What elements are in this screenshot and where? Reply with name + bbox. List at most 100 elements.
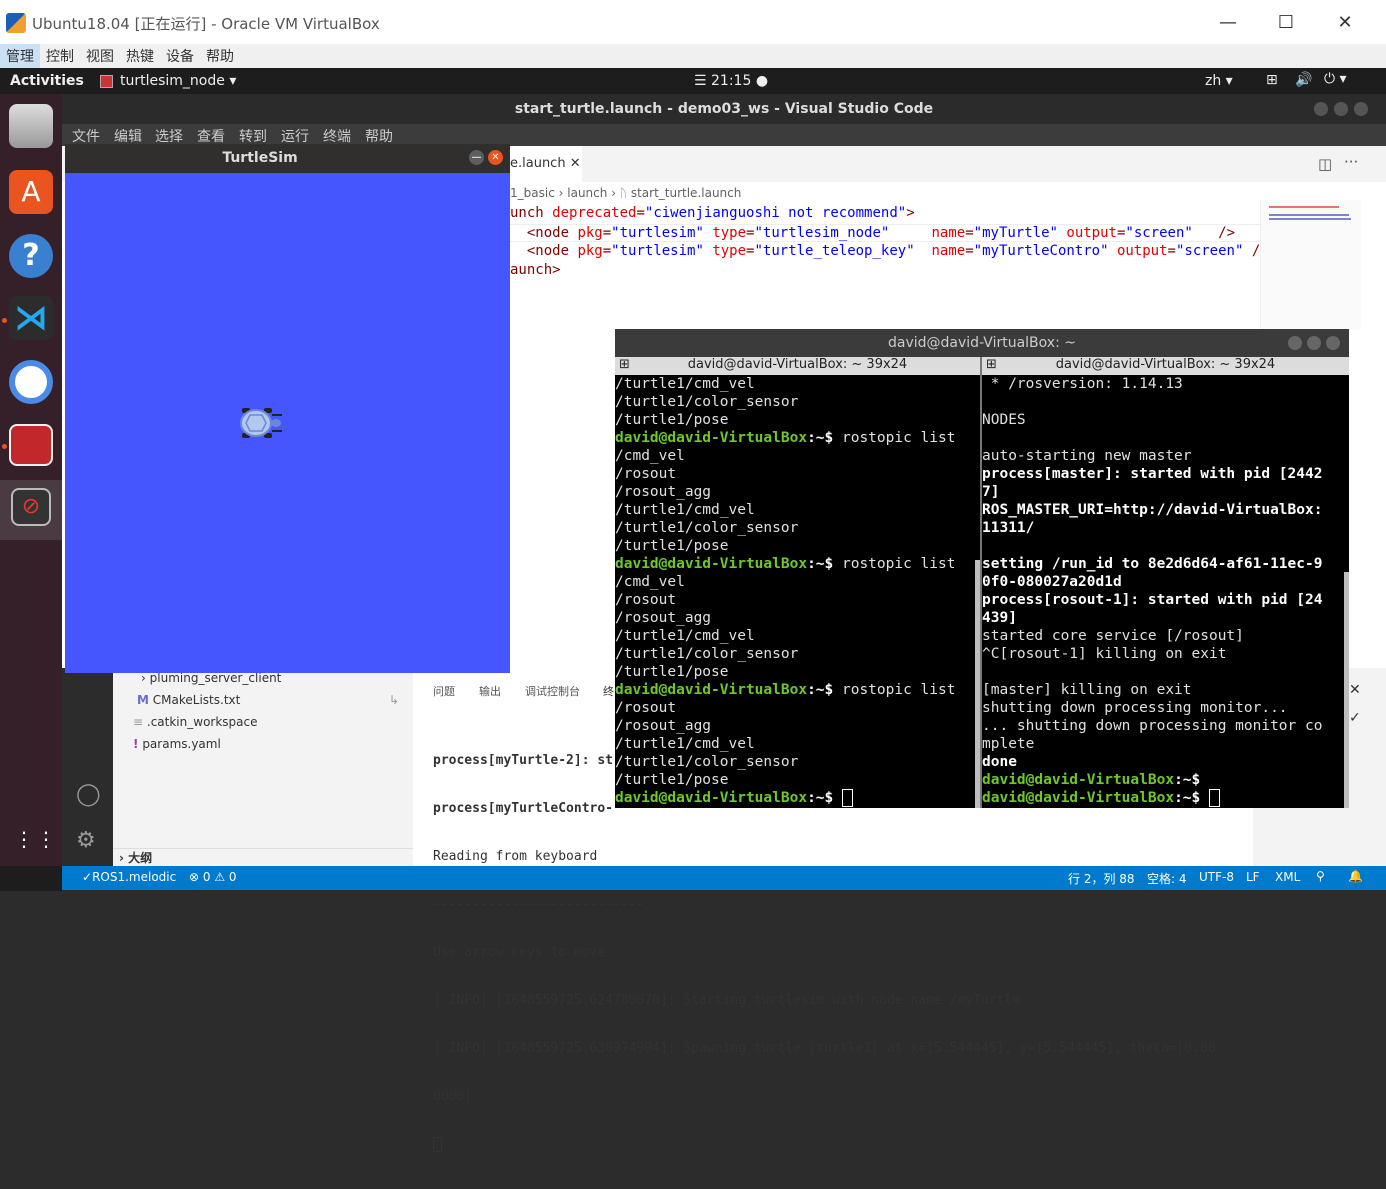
close-panel-icon[interactable]: ✕	[1349, 682, 1361, 698]
terminator-titlebar: david@david-VirtualBox: ~	[615, 329, 1349, 357]
menu-go[interactable]: 转到	[239, 126, 267, 146]
vscode-close-icon[interactable]	[1354, 102, 1368, 116]
minimap-line	[1269, 218, 1351, 220]
minimap-line	[1269, 214, 1349, 216]
grid-icon[interactable]: ⊞	[619, 357, 630, 372]
status-position[interactable]: 行 2，列 88	[1068, 870, 1135, 887]
status-eol[interactable]: LF	[1246, 870, 1260, 884]
code-token: "myTurtle"	[973, 225, 1058, 241]
window-title: Ubuntu18.04 [正在运行] - Oracle VM VirtualBo…	[32, 15, 380, 33]
more-actions-icon[interactable]: ···	[1344, 153, 1358, 171]
turtlesim-close-icon[interactable]: ✕	[488, 150, 503, 165]
tree-file[interactable]: M CMakeLists.txt	[137, 693, 240, 707]
vscode-minimize-icon[interactable]	[1314, 102, 1328, 116]
vscode-maximize-icon[interactable]	[1334, 102, 1348, 116]
terminal-line: /rosout_agg	[615, 718, 712, 734]
terminal-line: 0000]	[433, 1089, 473, 1104]
terminator-close-icon[interactable]	[1326, 336, 1340, 350]
panel-tab-problems[interactable]: 问题	[433, 683, 455, 699]
menu-file[interactable]: 文件	[72, 126, 100, 146]
settings-gear-icon[interactable]: ⚙	[76, 828, 96, 853]
close-tab-icon[interactable]: ✕	[570, 156, 581, 171]
breadcrumb-item[interactable]: 1_basic	[510, 186, 555, 200]
left-pane-header[interactable]: ⊞ david@david-VirtualBox: ~ 39x24	[615, 357, 980, 375]
menu-view[interactable]: 查看	[197, 126, 225, 146]
right-pane-title: david@david-VirtualBox: ~ 39x24	[1055, 357, 1276, 372]
scrollbar[interactable]	[975, 560, 980, 808]
turtlesim-minimize-icon[interactable]: —	[469, 150, 484, 165]
status-branch[interactable]: ✓ROS1.melodic	[82, 870, 176, 884]
power-icon[interactable]: ⏻ ▾	[1324, 71, 1347, 87]
panel-tab-output[interactable]: 输出	[479, 683, 501, 699]
prompt-user: david@david-VirtualBox	[615, 682, 808, 698]
file-lines-icon: ≡	[133, 715, 144, 729]
account-icon[interactable]: ◯	[76, 782, 101, 807]
outline-section[interactable]: › 大纲	[113, 848, 413, 867]
volume-icon[interactable]: 🔊	[1295, 72, 1312, 88]
terminator-maximize-icon[interactable]	[1307, 336, 1321, 350]
panel-tab-terminal[interactable]: 终	[603, 683, 614, 699]
chromium-icon[interactable]	[9, 360, 53, 404]
breadcrumb: 1_basic › launch › ᚢ start_turtle.launch	[510, 186, 741, 200]
files-icon[interactable]	[9, 104, 53, 148]
menu-terminal[interactable]: 终端	[323, 126, 351, 146]
menu-selection[interactable]: 选择	[155, 126, 183, 146]
code-token: <node	[526, 225, 578, 241]
close-icon[interactable]: ✕	[1330, 10, 1360, 36]
status-language[interactable]: XML	[1275, 870, 1300, 884]
panel-tab-debug-console[interactable]: 调试控制台	[525, 683, 580, 699]
feedback-icon[interactable]: ⚲	[1316, 869, 1325, 883]
check-icon[interactable]: ✓	[1349, 710, 1361, 726]
software-center-icon[interactable]: A	[9, 170, 53, 214]
menu-hotkeys[interactable]: 热键	[120, 44, 160, 68]
turtlesim-canvas[interactable]	[65, 173, 510, 673]
tree-folder[interactable]: › pluming_server_client	[141, 671, 281, 685]
tree-file[interactable]: ≡ .catkin_workspace	[133, 715, 258, 729]
menu-manage[interactable]: 管理	[0, 44, 40, 68]
menu-run[interactable]: 运行	[281, 126, 309, 146]
right-pane-header[interactable]: ⊞ david@david-VirtualBox: ~ 39x24	[982, 357, 1349, 375]
left-terminal-pane[interactable]: /turtle1/cmd_vel/turtle1/color_sensor/tu…	[615, 375, 980, 808]
breadcrumb-item[interactable]: start_turtle.launch	[631, 186, 742, 200]
status-problems[interactable]: ⊗ 0 ⚠ 0	[189, 870, 237, 884]
maximize-icon[interactable]: ☐	[1271, 10, 1301, 36]
menu-edit[interactable]: 编辑	[114, 126, 142, 146]
terminator-icon[interactable]	[9, 424, 53, 466]
scrollbar[interactable]	[1344, 572, 1349, 808]
breadcrumb-item[interactable]: launch	[567, 186, 607, 200]
prompt-user: david@david-VirtualBox	[982, 772, 1175, 788]
status-encoding[interactable]: UTF-8	[1199, 870, 1234, 884]
status-bar: ✓ROS1.melodic ⊗ 0 ⚠ 0 行 2，列 88 空格: 4 UTF…	[62, 866, 1386, 890]
code-token: "turtlesim"	[611, 225, 704, 241]
vscode-icon[interactable]: ⋊	[9, 296, 53, 340]
tree-file[interactable]: ! params.yaml	[133, 737, 221, 751]
turtlesim-app-icon[interactable]: ⊘	[11, 488, 51, 526]
minimap[interactable]	[1260, 200, 1361, 330]
right-terminal-pane[interactable]: * /rosversion: 1.14.13 NODES auto-starting…	[982, 375, 1349, 808]
terminator-minimize-icon[interactable]	[1288, 336, 1302, 350]
terminal-line: /turtle1/pose	[615, 664, 729, 680]
menu-control[interactable]: 控制	[40, 44, 80, 68]
grid-icon[interactable]: ⊞	[986, 357, 997, 372]
notifications-bell-icon[interactable]: 🔔	[1348, 869, 1363, 883]
menu-help[interactable]: 帮助	[365, 126, 393, 146]
network-icon[interactable]: ⊞	[1266, 72, 1278, 88]
minimize-icon[interactable]: —	[1213, 10, 1243, 36]
menu-help[interactable]: 帮助	[200, 44, 240, 68]
terminal-line: /cmd_vel	[615, 574, 685, 590]
code-token: <node	[526, 243, 578, 259]
terminal-line: david@david-VirtualBox:~$ rostopic list	[615, 681, 980, 699]
status-spaces[interactable]: 空格: 4	[1147, 870, 1187, 887]
activities-button[interactable]: Activities	[10, 73, 84, 89]
language-indicator[interactable]: zh ▾	[1205, 73, 1233, 89]
menu-devices[interactable]: 设备	[160, 44, 200, 68]
menu-view[interactable]: 视图	[80, 44, 120, 68]
editor-tab[interactable]: e.launch ✕	[510, 146, 582, 182]
clock[interactable]: ☰ 21:15 ●	[694, 73, 768, 89]
terminal-line: /turtle1/cmd_vel	[615, 376, 755, 392]
command-text: rostopic list	[841, 556, 956, 572]
help-icon[interactable]: ?	[9, 234, 53, 278]
split-editor-icon[interactable]: ◫	[1318, 155, 1332, 173]
breadcrumb-separator-icon: ›	[611, 186, 620, 200]
app-menu[interactable]: turtlesim_node ▾	[120, 73, 236, 89]
